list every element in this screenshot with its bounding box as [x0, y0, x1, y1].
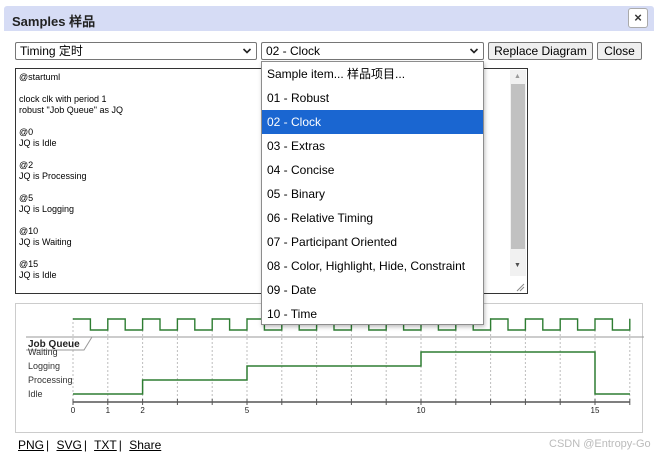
close-button[interactable]: Close — [597, 42, 642, 60]
tick-label: 2 — [140, 406, 145, 415]
tick-label: 1 — [106, 406, 111, 415]
dialog-close-icon[interactable]: × — [628, 8, 648, 28]
resize-handle-icon[interactable] — [515, 282, 525, 292]
state-label: Logging — [28, 361, 60, 371]
dialog-title: Samples 样品 — [12, 14, 96, 29]
dropdown-option[interactable]: 01 - Robust — [262, 86, 483, 110]
state-label: Idle — [28, 389, 43, 399]
export-links: PNG | SVG | TXT | Share — [18, 438, 161, 452]
state-label: Waiting — [28, 347, 58, 357]
svg-link[interactable]: SVG — [56, 438, 81, 452]
dropdown-option[interactable]: 07 - Participant Oriented — [262, 230, 483, 254]
scroll-down-icon[interactable]: ▼ — [514, 262, 521, 269]
link-separator: | — [46, 438, 50, 452]
state-label: Processing — [28, 375, 73, 385]
replace-diagram-button[interactable]: Replace Diagram — [488, 42, 593, 60]
sample-select[interactable]: 02 - Clock — [261, 42, 484, 60]
source-code: @startuml clock clk with period 1 robust… — [19, 72, 123, 280]
tick-label: 15 — [591, 406, 600, 415]
share-link[interactable]: Share — [129, 438, 161, 452]
category-select-value: Timing 定时 — [20, 44, 83, 58]
dropdown-option[interactable]: 02 - Clock — [262, 110, 483, 134]
chevron-down-icon — [242, 48, 252, 54]
dropdown-option[interactable]: 03 - Extras — [262, 134, 483, 158]
link-separator: | — [118, 438, 122, 452]
dialog-titlebar: Samples 样品 × — [4, 6, 654, 31]
txt-link[interactable]: TXT — [94, 438, 117, 452]
dropdown-option[interactable]: 06 - Relative Timing — [262, 206, 483, 230]
png-link[interactable]: PNG — [18, 438, 44, 452]
tick-label: 0 — [71, 406, 76, 415]
scroll-up-icon[interactable]: ▲ — [514, 73, 521, 80]
editor-scrollbar[interactable]: ▲ ▼ — [510, 70, 526, 276]
tick-label: 10 — [417, 406, 426, 415]
dropdown-option[interactable]: Sample item... 样品项目... — [262, 62, 483, 86]
chevron-down-icon — [469, 48, 479, 54]
dropdown-option[interactable]: 09 - Date — [262, 278, 483, 302]
scrollbar-thumb[interactable] — [511, 84, 525, 249]
dropdown-option[interactable]: 05 - Binary — [262, 182, 483, 206]
dropdown-option[interactable]: 04 - Concise — [262, 158, 483, 182]
sample-dropdown-list[interactable]: Sample item... 样品项目... 01 - Robust 02 - Cl… — [261, 61, 484, 325]
sample-select-value: 02 - Clock — [266, 44, 321, 58]
category-select[interactable]: Timing 定时 — [15, 42, 257, 60]
watermark: CSDN @Entropy-Go — [549, 438, 651, 450]
dropdown-option[interactable]: 10 - Time — [262, 302, 483, 326]
dropdown-option[interactable]: 08 - Color, Highlight, Hide, Constraint — [262, 254, 483, 278]
link-separator: | — [83, 438, 87, 452]
tick-label: 5 — [245, 406, 250, 415]
